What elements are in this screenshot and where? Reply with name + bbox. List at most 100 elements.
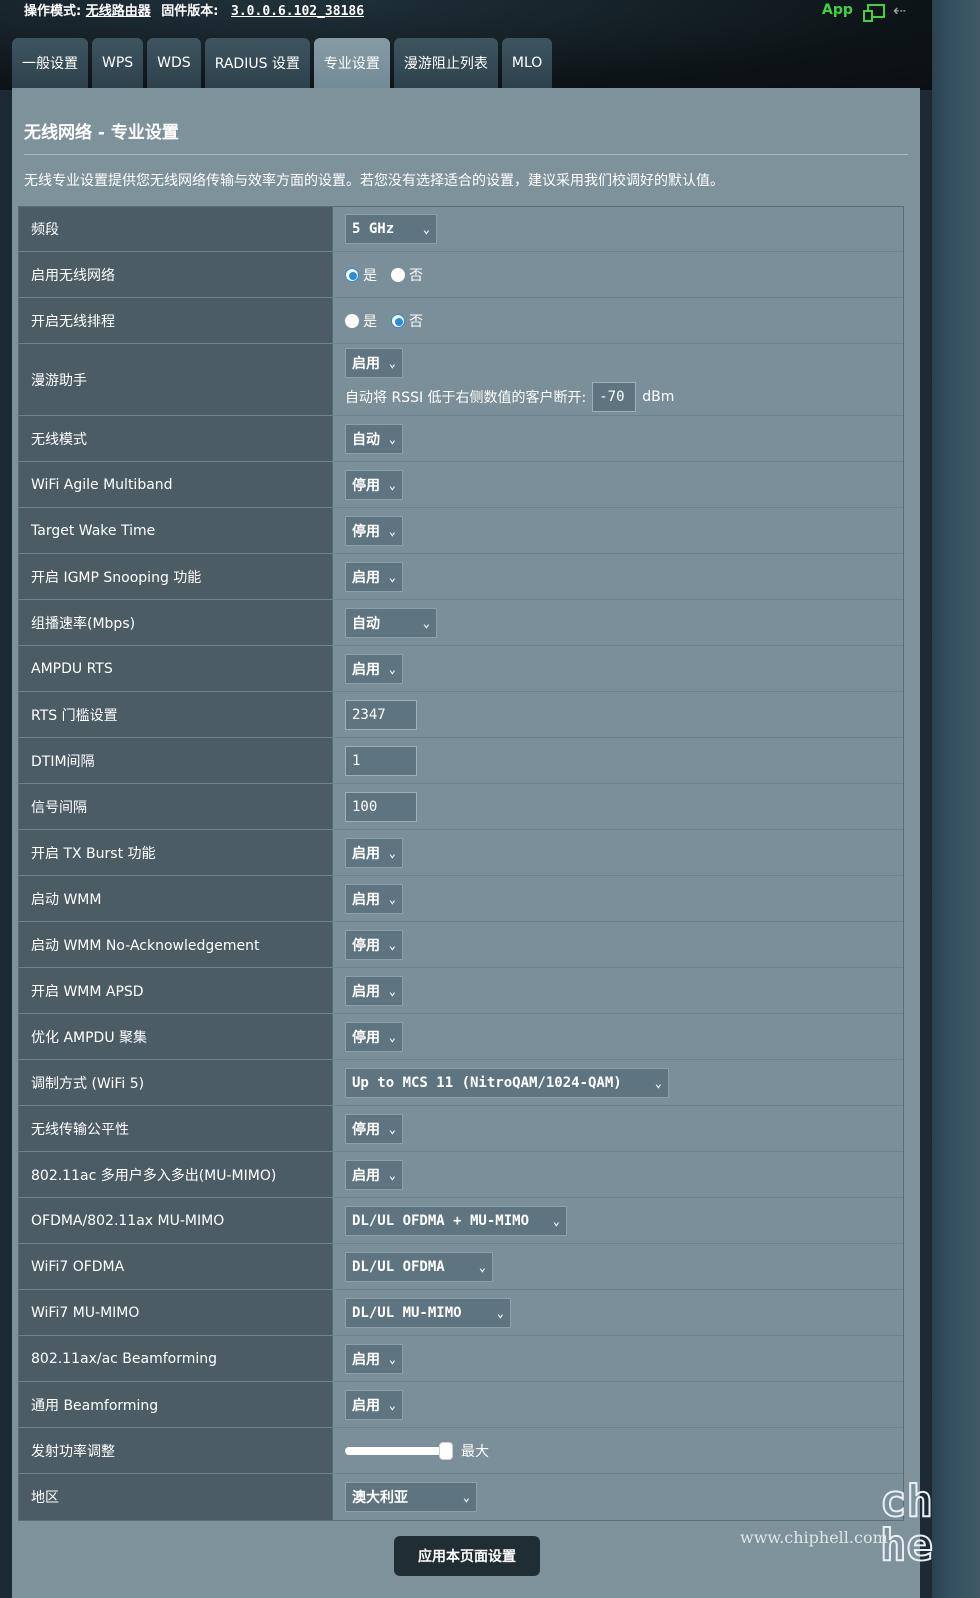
enable-radio-yes[interactable]: 是 <box>345 265 377 285</box>
row-wifi7-ofdma: WiFi7 OFDMA DL/UL OFDMA ⌄ <box>19 1244 903 1290</box>
tab-general[interactable]: 一般设置 <box>12 38 88 88</box>
firmware-link[interactable]: 3.0.0.6.102_38186 <box>231 4 364 19</box>
network-monitor-icon[interactable] <box>862 2 885 22</box>
band-select-value: 5 GHz <box>352 221 395 237</box>
chevron-down-icon: ⌄ <box>552 1213 560 1228</box>
row-ampdu-rts: AMPDU RTS 启用 ⌄ <box>19 646 903 692</box>
label-roaming: 漫游助手 <box>19 344 333 415</box>
roaming-select-value: 启用 <box>352 355 380 372</box>
tx-burst-select[interactable]: 启用 ⌄ <box>345 837 403 868</box>
enable-radio-no[interactable]: 否 <box>391 265 423 285</box>
agile-multiband-select[interactable]: 停用 ⌄ <box>345 469 403 500</box>
wmm-apsd-value: 启用 <box>352 983 380 1000</box>
enable-radio-no-label: 否 <box>409 267 423 284</box>
wifi7-mumimo-select[interactable]: DL/UL MU-MIMO ⌄ <box>345 1297 511 1328</box>
watermark-site: www.chiphell.com <box>740 1528 888 1547</box>
usb-icon[interactable]: ⇠ <box>893 1 906 20</box>
wireless-mode-select[interactable]: 自动 ⌄ <box>345 423 403 454</box>
row-agile-multiband: WiFi Agile Multiband 停用 ⌄ <box>19 462 903 508</box>
schedule-no[interactable]: 否 <box>391 311 423 331</box>
chevron-down-icon: ⌄ <box>422 615 430 630</box>
label-multicast-rate: 组播速率(Mbps) <box>19 600 333 645</box>
apply-button[interactable]: 应用本页面设置 <box>394 1536 540 1576</box>
ofdma-ax-value: DL/UL OFDMA + MU-MIMO <box>352 1212 530 1229</box>
wmm-select[interactable]: 启用 ⌄ <box>345 883 403 914</box>
region-select[interactable]: 澳大利亚 ⌄ <box>345 1482 477 1512</box>
label-band: 频段 <box>19 207 333 251</box>
wmm-apsd-select[interactable]: 启用 ⌄ <box>345 975 403 1006</box>
tx-power-slider-thumb[interactable] <box>439 1441 453 1460</box>
tx-burst-value: 启用 <box>352 845 380 862</box>
igmp-select[interactable]: 启用 ⌄ <box>345 561 403 592</box>
label-dtim: DTIM间隔 <box>19 738 333 783</box>
rts-threshold-input[interactable]: 2347 <box>345 699 417 730</box>
rssi-unit: dBm <box>642 388 675 405</box>
label-tx-power: 发射功率调整 <box>19 1428 333 1473</box>
label-region: 地区 <box>19 1474 333 1520</box>
roaming-select[interactable]: 启用 ⌄ <box>345 347 403 378</box>
tab-mlo[interactable]: MLO <box>501 38 553 88</box>
label-ampdu-rts: AMPDU RTS <box>19 646 333 691</box>
ampdu-rts-value: 启用 <box>352 661 380 678</box>
modulation-select[interactable]: Up to MCS 11 (NitroQAM/1024-QAM) ⌄ <box>345 1067 669 1098</box>
agile-multiband-value: 停用 <box>352 477 380 494</box>
chevron-down-icon: ⌄ <box>422 222 430 236</box>
dtim-input[interactable]: 1 <box>345 745 417 776</box>
ofdma-ax-select[interactable]: DL/UL OFDMA + MU-MIMO ⌄ <box>345 1205 567 1236</box>
airtime-fairness-select[interactable]: 停用 ⌄ <box>345 1113 403 1144</box>
tab-professional[interactable]: 专业设置 <box>313 38 390 88</box>
schedule-yes[interactable]: 是 <box>345 311 377 331</box>
wmm-value: 启用 <box>352 891 380 908</box>
beamforming-select[interactable]: 启用 ⌄ <box>345 1343 403 1374</box>
mode-link[interactable]: 无线路由器 <box>86 4 151 19</box>
row-dtim: DTIM间隔 1 <box>19 738 903 784</box>
row-ampdu-agg: 优化 AMPDU 聚集 停用 ⌄ <box>19 1014 903 1060</box>
universal-beamforming-select[interactable]: 启用 ⌄ <box>345 1389 403 1420</box>
chevron-down-icon: ⌄ <box>462 1490 470 1504</box>
watermark-logo: ch he <box>879 1476 934 1571</box>
chevron-down-icon: ⌄ <box>388 983 396 998</box>
row-twt: Target Wake Time 停用 ⌄ <box>19 508 903 554</box>
beacon-input[interactable]: 100 <box>345 791 417 822</box>
mu-mimo-ac-select[interactable]: 启用 ⌄ <box>345 1159 403 1190</box>
label-modulation: 调制方式 (WiFi 5) <box>19 1060 333 1105</box>
rssi-input[interactable]: -70 <box>592 381 637 412</box>
tab-wps[interactable]: WPS <box>92 38 144 88</box>
row-beamforming: 802.11ax/ac Beamforming 启用 ⌄ <box>19 1336 903 1382</box>
chevron-down-icon: ⌄ <box>388 937 396 952</box>
row-wifi7-mumimo: WiFi7 MU-MIMO DL/UL MU-MIMO ⌄ <box>19 1290 903 1336</box>
rssi-text: 自动将 RSSI 低于右侧数值的客户断开: <box>345 389 587 406</box>
tab-wds[interactable]: WDS <box>147 38 201 88</box>
label-twt: Target Wake Time <box>19 508 333 553</box>
label-rts-threshold: RTS 门槛设置 <box>19 692 333 737</box>
label-universal-beamforming: 通用 Beamforming <box>19 1382 333 1427</box>
wifi7-ofdma-select[interactable]: DL/UL OFDMA ⌄ <box>345 1251 493 1282</box>
row-tx-power: 发射功率调整 最大 <box>19 1428 903 1474</box>
label-tx-burst: 开启 TX Burst 功能 <box>19 830 333 875</box>
row-roaming: 漫游助手 启用 ⌄ 自动将 RSSI 低于右侧数值的客户断开: -70 dBm <box>19 344 903 416</box>
label-wmm-noack: 启动 WMM No-Acknowledgement <box>19 922 333 967</box>
ampdu-agg-value: 停用 <box>352 1029 380 1046</box>
tx-power-slider[interactable] <box>345 1441 453 1460</box>
ampdu-agg-select[interactable]: 停用 ⌄ <box>345 1021 403 1052</box>
twt-select[interactable]: 停用 ⌄ <box>345 515 403 546</box>
mode-label: 操作模式: <box>24 4 82 19</box>
row-wmm-apsd: 开启 WMM APSD 启用 ⌄ <box>19 968 903 1014</box>
tab-radius[interactable]: RADIUS 设置 <box>204 38 310 88</box>
tab-roaming-block[interactable]: 漫游阻止列表 <box>393 38 498 88</box>
row-enable-radio: 启用无线网络 是 否 <box>19 252 903 298</box>
row-wmm-noack: 启动 WMM No-Acknowledgement 停用 ⌄ <box>19 922 903 968</box>
wmm-noack-select[interactable]: 停用 ⌄ <box>345 929 403 960</box>
chevron-down-icon: ⌄ <box>388 661 396 676</box>
app-link[interactable]: App <box>822 2 853 18</box>
label-enable-radio: 启用无线网络 <box>19 252 333 297</box>
band-select[interactable]: 5 GHz ⌄ <box>345 214 437 244</box>
row-multicast-rate: 组播速率(Mbps) 自动 ⌄ <box>19 600 903 646</box>
background-strip <box>932 0 980 1598</box>
ampdu-rts-select[interactable]: 启用 ⌄ <box>345 653 403 684</box>
row-wmm: 启动 WMM 启用 ⌄ <box>19 876 903 922</box>
row-ofdma-ax: OFDMA/802.11ax MU-MIMO DL/UL OFDMA + MU-… <box>19 1198 903 1244</box>
chevron-down-icon: ⌄ <box>388 569 396 584</box>
multicast-rate-select[interactable]: 自动 ⌄ <box>345 607 437 638</box>
label-beacon: 信号间隔 <box>19 784 333 829</box>
